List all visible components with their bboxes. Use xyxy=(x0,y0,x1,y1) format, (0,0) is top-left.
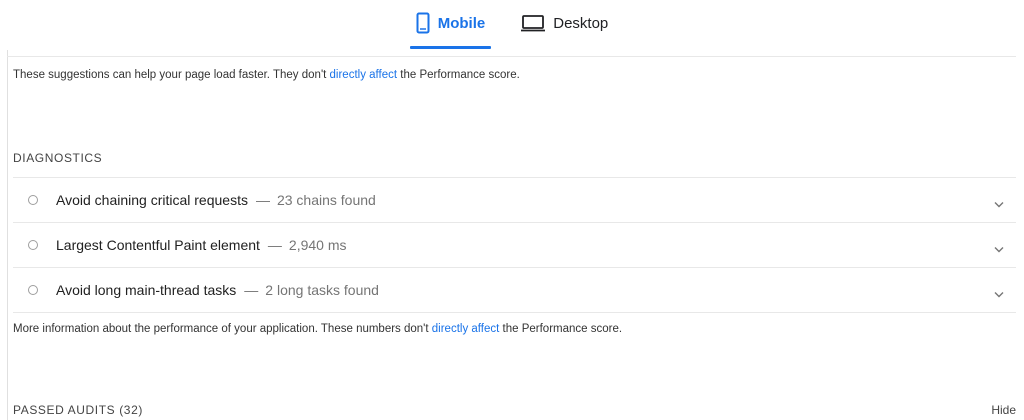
desktop-icon xyxy=(521,14,546,32)
tab-desktop-label: Desktop xyxy=(553,14,609,32)
audit-title: Largest Contentful Paint element xyxy=(56,237,260,253)
info-circle-icon xyxy=(28,240,38,250)
audit-largest-contentful-paint-element[interactable]: Largest Contentful Paint element — 2,940… xyxy=(13,223,1016,268)
audit-separator: — xyxy=(255,192,270,208)
diagnostics-note-text: More information about the performance o… xyxy=(13,323,432,335)
audit-separator: — xyxy=(267,237,282,253)
diagnostics-list: Avoid chaining critical requests — 23 ch… xyxy=(13,177,1016,313)
info-circle-icon xyxy=(28,195,38,205)
audit-display-value: 2 long tasks found xyxy=(265,282,379,298)
passed-audits-title[interactable]: PASSED AUDITS (32) xyxy=(13,403,143,417)
audit-critical-request-chains[interactable]: Avoid chaining critical requests — 23 ch… xyxy=(13,178,1016,223)
tab-desktop[interactable]: Desktop xyxy=(515,0,614,46)
chevron-down-icon[interactable] xyxy=(994,195,1004,213)
audit-long-tasks[interactable]: Avoid long main-thread tasks — 2 long ta… xyxy=(13,268,1016,313)
audit-title: Avoid long main-thread tasks xyxy=(56,282,237,298)
hide-toggle[interactable]: Hide xyxy=(991,403,1016,417)
audit-display-value: 23 chains found xyxy=(276,192,376,208)
device-tabs: Mobile Desktop xyxy=(0,0,1024,50)
mobile-icon xyxy=(416,12,430,34)
diagnostics-note-suffix: the Performance score. xyxy=(499,323,623,335)
chevron-down-icon[interactable] xyxy=(994,285,1004,303)
opportunities-note-suffix: the Performance score. xyxy=(397,69,520,81)
directly-affect-link[interactable]: directly affect xyxy=(432,323,500,335)
opportunities-note-text: These suggestions can help your page loa… xyxy=(13,69,330,81)
opportunities-note: These suggestions can help your page loa… xyxy=(13,69,520,81)
left-divider xyxy=(7,50,8,420)
diagnostics-title: DIAGNOSTICS xyxy=(13,151,103,165)
directly-affect-link[interactable]: directly affect xyxy=(330,69,398,81)
audit-display-value: 2,940 ms xyxy=(288,237,347,253)
diagnostics-note: More information about the performance o… xyxy=(13,323,622,335)
top-divider xyxy=(7,56,1016,57)
tab-mobile-label: Mobile xyxy=(437,14,486,32)
info-circle-icon xyxy=(28,285,38,295)
audit-separator: — xyxy=(244,282,259,298)
tab-mobile[interactable]: Mobile xyxy=(409,0,492,49)
chevron-down-icon[interactable] xyxy=(994,240,1004,258)
audit-title: Avoid chaining critical requests xyxy=(56,192,248,208)
